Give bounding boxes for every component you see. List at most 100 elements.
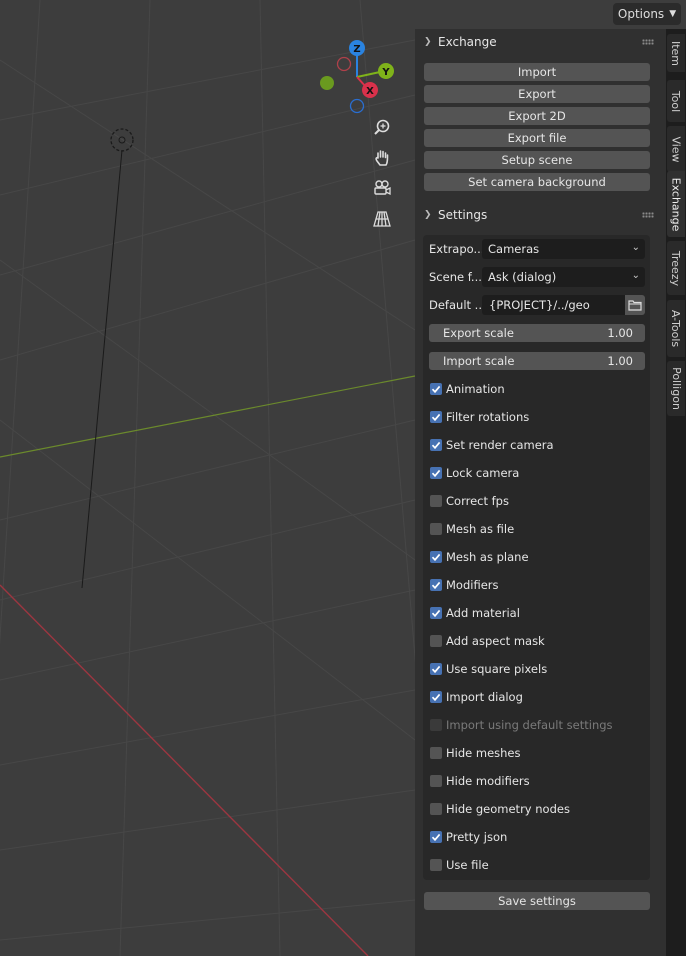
scene-select[interactable]: Ask (dialog) ⌄: [482, 267, 645, 287]
default-path-label: Default ...: [429, 298, 482, 312]
tab-view[interactable]: View: [667, 126, 685, 172]
check-icon: [431, 469, 441, 478]
checkbox-row[interactable]: Import dialog: [430, 688, 523, 706]
drag-grip-icon[interactable]: [642, 39, 654, 45]
camera-view-button[interactable]: [372, 178, 398, 204]
axis-gizmo[interactable]: Z Y X: [320, 40, 394, 114]
checkbox-label: Import using default settings: [446, 718, 613, 732]
checkbox-label: Hide geometry nodes: [446, 802, 570, 816]
checkbox-row[interactable]: Correct fps: [430, 492, 509, 510]
check-icon: [431, 581, 441, 590]
checkbox[interactable]: [430, 607, 442, 619]
checkbox[interactable]: [430, 831, 442, 843]
checkbox-label: Correct fps: [446, 494, 509, 508]
checkbox[interactable]: [430, 635, 442, 647]
folder-icon: [628, 300, 642, 311]
setup-scene-button[interactable]: Setup scene: [424, 151, 650, 169]
default-path-input[interactable]: {PROJECT}/../geo: [482, 295, 625, 315]
sidebar-tabs: Item Tool View Exchange Treezy A-Tools Polligo…: [666, 29, 686, 956]
checkbox-row[interactable]: Filter rotations: [430, 408, 529, 426]
tab-treezy[interactable]: Treezy: [667, 241, 685, 295]
check-icon: [431, 553, 441, 562]
checkbox-row[interactable]: Lock camera: [430, 464, 519, 482]
checkbox[interactable]: [430, 495, 442, 507]
exchange-panel-header[interactable]: ❯ Exchange: [415, 30, 666, 54]
checkbox-label: Filter rotations: [446, 410, 530, 424]
exchange-panel-title: Exchange: [438, 35, 497, 49]
check-icon: [431, 665, 441, 674]
checkbox[interactable]: [430, 691, 442, 703]
tab-label: Item: [669, 40, 683, 66]
export-scale-slider[interactable]: Export scale 1.00: [429, 324, 645, 342]
checkbox-row[interactable]: Hide meshes: [430, 744, 521, 762]
checkbox-row[interactable]: Pretty json: [430, 828, 507, 846]
import-scale-slider[interactable]: Import scale 1.00: [429, 352, 645, 370]
checkbox-row: Import using default settings: [430, 716, 613, 734]
checkbox-label: Modifiers: [446, 578, 499, 592]
settings-panel-header[interactable]: ❯ Settings: [415, 203, 666, 227]
checkbox-label: Mesh as plane: [446, 550, 529, 564]
save-settings-button[interactable]: Save settings: [424, 892, 650, 910]
extrapolate-value: Cameras: [488, 242, 540, 256]
tab-label: Tool: [669, 90, 683, 112]
tab-tool[interactable]: Tool: [667, 80, 685, 122]
chevron-down-icon: ❯: [424, 210, 432, 220]
checkbox-row[interactable]: Set render camera: [430, 436, 554, 454]
set-camera-background-button[interactable]: Set camera background: [424, 173, 650, 191]
default-path-value: {PROJECT}/../geo: [489, 298, 590, 312]
export-button[interactable]: Export: [424, 85, 650, 103]
checkbox[interactable]: [430, 523, 442, 535]
perspective-toggle-button[interactable]: [372, 209, 398, 235]
checkbox-row[interactable]: Add aspect mask: [430, 632, 545, 650]
checkbox[interactable]: [430, 803, 442, 815]
check-icon: [431, 609, 441, 618]
tab-item[interactable]: Item: [667, 34, 685, 72]
checkbox[interactable]: [430, 439, 442, 451]
check-icon: [431, 441, 441, 450]
extrapolate-select[interactable]: Cameras ⌄: [482, 239, 645, 259]
checkbox-row[interactable]: Modifiers: [430, 576, 499, 594]
settings-panel-title: Settings: [438, 208, 488, 222]
checkbox-row[interactable]: Use file: [430, 856, 489, 874]
tab-polligon[interactable]: Polligon: [667, 361, 685, 416]
checkbox[interactable]: [430, 579, 442, 591]
import-scale-value: 1.00: [607, 354, 633, 368]
checkbox[interactable]: [430, 551, 442, 563]
tab-a-tools[interactable]: A-Tools: [667, 300, 685, 357]
checkbox-row[interactable]: Use square pixels: [430, 660, 547, 678]
browse-folder-button[interactable]: [625, 295, 645, 315]
export-2d-button[interactable]: Export 2D: [424, 107, 650, 125]
drag-grip-icon[interactable]: [642, 212, 654, 218]
import-button[interactable]: Import: [424, 63, 650, 81]
checkbox-row[interactable]: Mesh as plane: [430, 548, 529, 566]
checkbox[interactable]: [430, 467, 442, 479]
checkbox-label: Use square pixels: [446, 662, 548, 676]
options-label: Options: [617, 7, 665, 21]
tab-exchange[interactable]: Exchange: [667, 171, 685, 237]
checkbox[interactable]: [430, 747, 442, 759]
gizmo-x-label: X: [366, 86, 374, 97]
checkbox[interactable]: [430, 383, 442, 395]
chevron-down-icon: ⌄: [631, 270, 640, 281]
checkbox-row[interactable]: Hide geometry nodes: [430, 800, 570, 818]
checkbox-label: Mesh as file: [446, 522, 515, 536]
checkbox-label: Hide modifiers: [446, 774, 530, 788]
checkbox[interactable]: [430, 663, 442, 675]
checkbox[interactable]: [430, 859, 442, 871]
zoom-button[interactable]: [372, 118, 398, 144]
checkbox-row[interactable]: Mesh as file: [430, 520, 514, 538]
checkbox-label: Import dialog: [446, 690, 523, 704]
export-file-button[interactable]: Export file: [424, 129, 650, 147]
scene-row: Scene f... Ask (dialog) ⌄: [429, 267, 645, 287]
options-dropdown[interactable]: Options ▼: [613, 3, 681, 25]
checkbox[interactable]: [430, 411, 442, 423]
checkbox[interactable]: [430, 775, 442, 787]
camera-icon: [374, 180, 391, 196]
checkbox-row[interactable]: Add material: [430, 604, 520, 622]
gizmo-y-label: Y: [381, 67, 390, 78]
checkbox-row[interactable]: Hide modifiers: [430, 772, 530, 790]
chevron-down-icon: ⌄: [631, 242, 640, 253]
pan-button[interactable]: [372, 148, 398, 174]
scene-label: Scene f...: [429, 270, 482, 284]
checkbox-row[interactable]: Animation: [430, 380, 505, 398]
